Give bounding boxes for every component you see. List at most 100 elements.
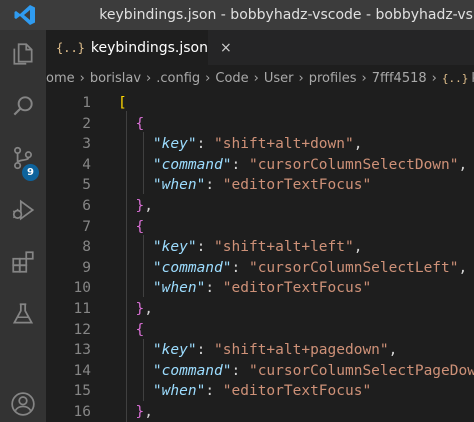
- line-number: 15: [73, 383, 91, 400]
- code-line[interactable]: 7 {: [46, 217, 474, 238]
- json-colon: :: [231, 156, 249, 173]
- code-line[interactable]: 9 "command": "cursorColumnSelectLeft",: [46, 258, 474, 279]
- source-control-button[interactable]: 9: [0, 138, 46, 182]
- files-icon: [10, 41, 36, 71]
- code-text: "command": "cursorColumnSelectDown",: [118, 155, 467, 176]
- json-string: "cursorColumnSelectPageDown": [248, 362, 474, 379]
- json-string: "shift+alt+pagedown": [214, 342, 389, 359]
- code-text: "when": "editorTextFocus": [118, 175, 371, 196]
- code-text: "when": "editorTextFocus": [118, 278, 371, 299]
- code-line[interactable]: 2 {: [46, 114, 474, 135]
- line-number: 4: [82, 156, 91, 173]
- code-line[interactable]: 14 "command": "cursorColumnSelectPageDow…: [46, 361, 474, 382]
- line-number: 16: [73, 404, 91, 420]
- line-number: 6: [82, 198, 91, 214]
- tab-keybindings-json[interactable]: {..} keybindings.json ×: [46, 30, 232, 65]
- close-icon[interactable]: ×: [220, 40, 232, 56]
- breadcrumb-item[interactable]: .config: [156, 71, 200, 86]
- json-string: "shift+alt+left": [214, 239, 354, 256]
- json-key: "when": [152, 280, 206, 297]
- json-string: "editorTextFocus": [222, 280, 372, 297]
- code-line[interactable]: 11 },: [46, 299, 474, 320]
- line-number: 2: [82, 115, 91, 132]
- chevron-right-icon: ›: [431, 70, 437, 86]
- json-comma: ,: [144, 301, 153, 317]
- json-file-icon: {..}: [56, 41, 85, 55]
- json-comma: ,: [353, 239, 363, 256]
- code-line[interactable]: 1[: [46, 93, 474, 114]
- json-comma: ,: [458, 259, 468, 276]
- code-text: "when": "editorTextFocus": [118, 381, 371, 402]
- json-bracket: [: [118, 95, 127, 111]
- code-editor[interactable]: 1[2 {3 "key": "shift+alt+down", 4 "comman…: [46, 91, 474, 422]
- line-number: 5: [82, 177, 91, 194]
- code-line[interactable]: 5 "when": "editorTextFocus": [46, 175, 474, 196]
- search-button[interactable]: [0, 86, 46, 130]
- account-button[interactable]: [0, 384, 46, 422]
- breadcrumb-item[interactable]: borislav: [90, 71, 141, 86]
- json-key: "key": [152, 239, 197, 256]
- code-line[interactable]: 12 {: [46, 320, 474, 341]
- code-line[interactable]: 8 "key": "shift+alt+left",: [46, 237, 474, 258]
- json-key: "key": [152, 136, 197, 153]
- json-colon: :: [205, 177, 223, 194]
- json-colon: :: [231, 259, 249, 276]
- code-text: {: [118, 217, 144, 238]
- code-line[interactable]: 16 },: [46, 402, 474, 422]
- code-line[interactable]: 10 "when": "editorTextFocus": [46, 278, 474, 299]
- json-brace: }: [135, 404, 145, 420]
- code-line[interactable]: 3 "key": "shift+alt+down",: [46, 134, 474, 155]
- code-line[interactable]: 4 "command": "cursorColumnSelectDown",: [46, 155, 474, 176]
- line-number: 9: [82, 259, 91, 276]
- line-number: 7: [82, 218, 91, 235]
- code-text: "key": "shift+alt+down",: [118, 134, 363, 155]
- line-number: 10: [73, 280, 91, 297]
- source-control-badge: 9: [22, 164, 39, 181]
- json-string: "shift+alt+down": [214, 136, 354, 153]
- explorer-button[interactable]: [0, 34, 46, 78]
- json-key: "command": [152, 362, 232, 379]
- run-debug-icon: [10, 197, 36, 227]
- code-text: [: [118, 93, 127, 114]
- chevron-right-icon: ›: [253, 70, 259, 86]
- line-number: 8: [82, 239, 91, 256]
- line-number: 14: [73, 362, 91, 379]
- extensions-button[interactable]: [0, 242, 46, 286]
- code-text: {: [118, 114, 144, 135]
- json-comma: ,: [458, 156, 468, 173]
- line-number: 11: [73, 301, 91, 317]
- code-line[interactable]: 13 "key": "shift+alt+pagedown",: [46, 340, 474, 361]
- breadcrumb-item[interactable]: profiles: [309, 71, 357, 86]
- breadcrumb-item[interactable]: 7fff4518: [372, 71, 427, 86]
- code-line[interactable]: 6 },: [46, 196, 474, 217]
- chevron-right-icon: ›: [361, 70, 367, 86]
- testing-icon: [10, 301, 36, 331]
- code-line[interactable]: 15 "when": "editorTextFocus": [46, 381, 474, 402]
- json-colon: :: [231, 362, 249, 379]
- code-text: "key": "shift+alt+pagedown",: [118, 340, 397, 361]
- testing-button[interactable]: [0, 294, 46, 338]
- line-number: 3: [82, 136, 91, 153]
- breadcrumb-item[interactable]: Code: [215, 71, 248, 86]
- breadcrumb-item[interactable]: ome: [46, 71, 75, 86]
- run-debug-button[interactable]: [0, 190, 46, 234]
- code-text: },: [118, 402, 153, 422]
- json-comma: ,: [144, 404, 153, 420]
- json-comma: ,: [388, 342, 398, 359]
- json-key: "when": [152, 177, 206, 194]
- json-string: "cursorColumnSelectDown": [248, 156, 459, 173]
- json-key: "command": [152, 259, 232, 276]
- vscode-logo-icon[interactable]: [0, 0, 49, 30]
- title-bar: keybindings.json - bobbyhadz-vscode - bo…: [0, 0, 474, 30]
- breadcrumb-item[interactable]: User: [264, 71, 294, 86]
